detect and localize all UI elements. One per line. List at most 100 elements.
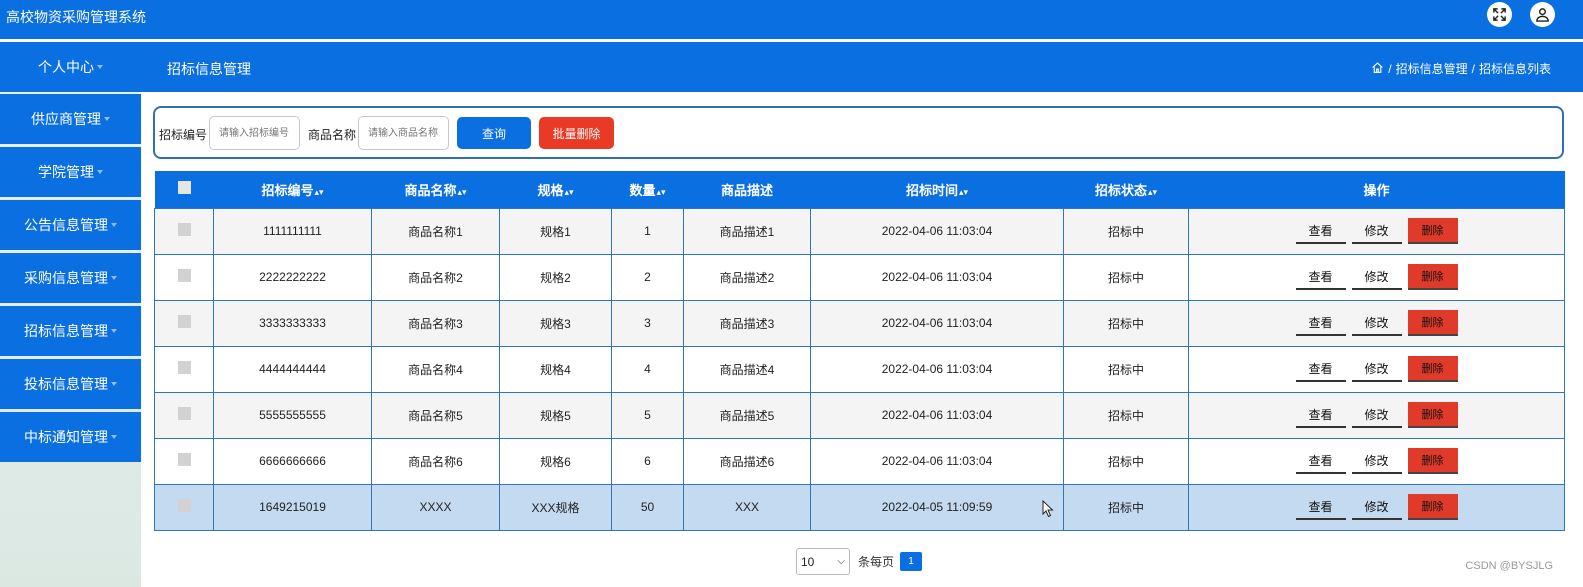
table-cell: 1 bbox=[611, 207, 684, 255]
view-button[interactable]: 查看 bbox=[1295, 494, 1346, 520]
col-header[interactable]: 规格▴▾ bbox=[499, 171, 612, 208]
table-cell: 招标中 bbox=[1063, 437, 1189, 485]
sidebar-item[interactable]: 中标通知管理 bbox=[0, 412, 141, 462]
table-cell: 招标中 bbox=[1063, 483, 1189, 531]
sidebar-item[interactable]: 公告信息管理 bbox=[0, 200, 141, 250]
delete-button[interactable]: 删除 bbox=[1407, 356, 1458, 382]
row-select-cell[interactable] bbox=[154, 345, 214, 393]
view-button[interactable]: 查看 bbox=[1295, 402, 1346, 428]
bid-no-label: 招标编号 bbox=[159, 128, 208, 142]
table-row[interactable]: 1111111111 商品名称1 规格1 1 商品描述1 2022-04-06 11:03… bbox=[154, 207, 1565, 255]
delete-button[interactable]: 删除 bbox=[1407, 494, 1458, 520]
home-icon[interactable] bbox=[1371, 61, 1384, 77]
chevron-down-icon bbox=[111, 276, 117, 280]
edit-button[interactable]: 修改 bbox=[1351, 448, 1402, 474]
sidebar-item-personal-center[interactable]: 个人中心 bbox=[0, 42, 141, 92]
sidebar-item-label: 中标通知管理 bbox=[24, 429, 108, 445]
sidebar-item[interactable]: 招标信息管理 bbox=[0, 306, 141, 356]
delete-button[interactable]: 删除 bbox=[1407, 448, 1458, 474]
edit-button[interactable]: 修改 bbox=[1351, 402, 1402, 428]
view-button[interactable]: 查看 bbox=[1295, 264, 1346, 290]
breadcrumb-sep: / bbox=[1471, 61, 1475, 76]
table-cell: XXX bbox=[683, 483, 811, 531]
watermark: CSDN @BYSJLG bbox=[1465, 560, 1553, 572]
select-all-header[interactable] bbox=[154, 171, 214, 208]
table-cell: 招标中 bbox=[1063, 391, 1189, 439]
row-checkbox[interactable] bbox=[177, 499, 191, 512]
row-select-cell[interactable] bbox=[154, 207, 214, 255]
row-select-cell[interactable] bbox=[154, 299, 214, 347]
sidebar-item[interactable]: 供应商管理 bbox=[0, 94, 141, 144]
select-all-checkbox[interactable] bbox=[177, 181, 191, 195]
breadcrumb-item[interactable]: 招标信息管理 bbox=[1396, 60, 1468, 77]
sort-icon: ▴▾ bbox=[457, 186, 467, 197]
edit-button[interactable]: 修改 bbox=[1351, 264, 1402, 290]
batch-delete-button[interactable]: 批量删除 bbox=[539, 117, 614, 149]
top-bar bbox=[0, 0, 1583, 39]
edit-button[interactable]: 修改 bbox=[1351, 494, 1402, 520]
pagination: 10 ⌵ 条每页 1 bbox=[796, 548, 923, 575]
row-checkbox[interactable] bbox=[177, 361, 191, 374]
view-button[interactable]: 查看 bbox=[1295, 356, 1346, 382]
row-actions: 查看 修改 删除 bbox=[1188, 253, 1565, 301]
edit-button[interactable]: 修改 bbox=[1351, 356, 1402, 382]
row-select-cell[interactable] bbox=[154, 437, 214, 485]
col-header[interactable]: 商品名称▴▾ bbox=[371, 171, 500, 208]
table-cell: 招标中 bbox=[1063, 253, 1189, 301]
delete-button[interactable]: 删除 bbox=[1407, 402, 1458, 428]
col-header[interactable]: 招标编号▴▾ bbox=[213, 171, 372, 208]
table-row[interactable]: 1649215019 XXXX XXX规格 50 XXX 2022-04-05 11:09… bbox=[154, 483, 1565, 531]
edit-button[interactable]: 修改 bbox=[1351, 310, 1402, 336]
table-row[interactable]: 5555555555 商品名称5 规格5 5 商品描述5 2022-04-06 11:03… bbox=[154, 391, 1565, 439]
table-row[interactable]: 3333333333 商品名称3 规格3 3 商品描述3 2022-04-06 11:03… bbox=[154, 299, 1565, 347]
sidebar-item[interactable]: 学院管理 bbox=[0, 147, 141, 197]
table-row[interactable]: 2222222222 商品名称2 规格2 2 商品描述2 2022-04-06 11:03… bbox=[154, 253, 1565, 301]
row-select-cell[interactable] bbox=[154, 253, 214, 301]
mouse-cursor-icon bbox=[1042, 500, 1054, 518]
sidebar: 供应商管理学院管理公告信息管理采购信息管理 招标信息管理 投标信息管理中标通知管理 bbox=[0, 92, 141, 587]
page-size-label: 条每页 bbox=[858, 555, 895, 569]
table-row[interactable]: 6666666666 商品名称6 规格6 6 商品描述6 2022-04-06 11:03… bbox=[154, 437, 1565, 485]
delete-button[interactable]: 删除 bbox=[1407, 218, 1458, 244]
view-button[interactable]: 查看 bbox=[1295, 448, 1346, 474]
table-cell: 1111111111 bbox=[213, 207, 372, 255]
row-checkbox[interactable] bbox=[177, 223, 191, 236]
edit-button[interactable]: 修改 bbox=[1351, 218, 1402, 244]
view-button[interactable]: 查看 bbox=[1295, 310, 1346, 336]
row-actions: 查看 修改 删除 bbox=[1188, 207, 1565, 255]
row-select-cell[interactable] bbox=[154, 483, 214, 531]
product-name-input[interactable] bbox=[358, 116, 449, 150]
row-select-cell[interactable] bbox=[154, 391, 214, 439]
sidebar-item-label: 供应商管理 bbox=[31, 111, 101, 127]
table-cell: 规格1 bbox=[499, 207, 612, 255]
table-cell: 商品描述1 bbox=[683, 207, 811, 255]
sidebar-item[interactable]: 采购信息管理 bbox=[0, 253, 141, 303]
col-header[interactable]: 招标时间▴▾ bbox=[810, 171, 1064, 208]
view-button[interactable]: 查看 bbox=[1295, 218, 1346, 244]
row-checkbox[interactable] bbox=[177, 453, 191, 466]
fullscreen-icon[interactable] bbox=[1487, 2, 1512, 27]
row-checkbox[interactable] bbox=[177, 315, 191, 328]
sidebar-item[interactable]: 投标信息管理 bbox=[0, 359, 141, 409]
query-button[interactable]: 查询 bbox=[457, 117, 531, 149]
page-size-select[interactable]: 10 ⌵ bbox=[796, 548, 850, 575]
bid-no-input[interactable] bbox=[209, 116, 300, 150]
page-number[interactable]: 1 bbox=[900, 552, 923, 571]
col-header[interactable]: 招标状态▴▾ bbox=[1063, 171, 1189, 208]
user-icon[interactable] bbox=[1530, 2, 1555, 27]
table-header-row: 招标编号▴▾ 商品名称▴▾ 规格▴▾ 数量▴▾ 商品描述 招标时间▴▾ 招标状态… bbox=[154, 171, 1565, 208]
breadcrumb-sep: / bbox=[1388, 61, 1392, 76]
table-cell: 2022-04-06 11:03:04 bbox=[810, 207, 1064, 255]
table-row[interactable]: 4444444444 商品名称4 规格4 4 商品描述4 2022-04-06 11:03… bbox=[154, 345, 1565, 393]
chevron-down-icon: ⌵ bbox=[837, 556, 845, 567]
delete-button[interactable]: 删除 bbox=[1407, 264, 1458, 290]
sidebar-item-label: 公告信息管理 bbox=[24, 217, 108, 233]
row-checkbox[interactable] bbox=[177, 407, 191, 420]
col-header[interactable]: 数量▴▾ bbox=[611, 171, 684, 208]
chevron-down-icon bbox=[111, 329, 117, 333]
sort-icon: ▴▾ bbox=[314, 186, 324, 197]
delete-button[interactable]: 删除 bbox=[1407, 310, 1458, 336]
table-cell: 商品描述2 bbox=[683, 253, 811, 301]
row-checkbox[interactable] bbox=[177, 269, 191, 282]
table-cell: 商品名称6 bbox=[371, 437, 500, 485]
